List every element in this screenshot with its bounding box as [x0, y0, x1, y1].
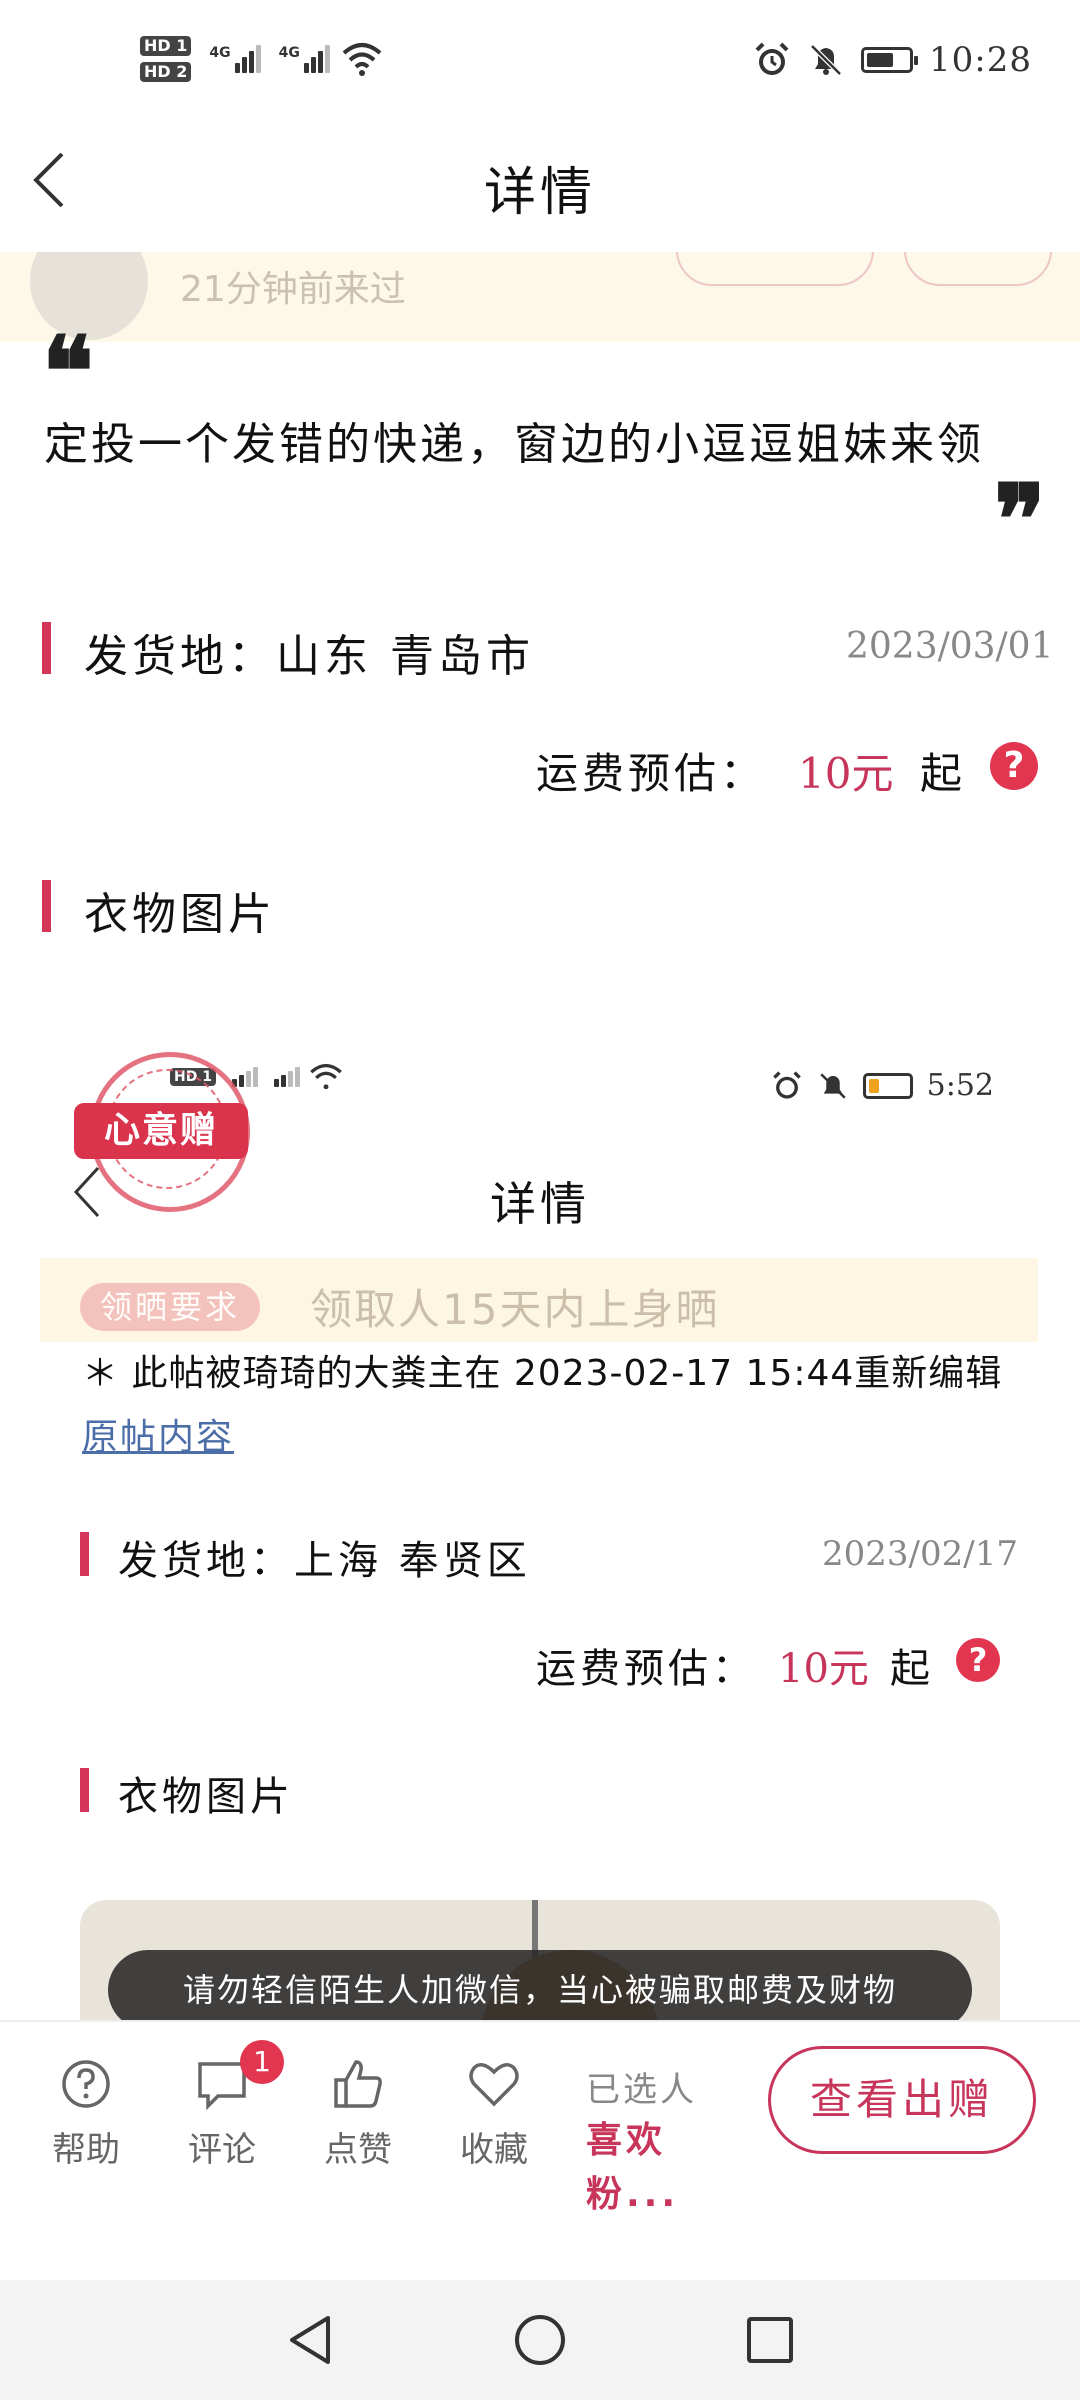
selected-recipient-title: 已选人 — [586, 2070, 697, 2110]
section-marker — [42, 622, 51, 674]
sim2-num: 2 — [176, 62, 188, 81]
last-visit-text: 21分钟前来过 — [180, 269, 406, 310]
embedded-battery-icon — [862, 1072, 913, 1099]
nav-recents-icon[interactable] — [742, 2310, 798, 2370]
requirement-text: 领取人15天内上身晒 — [310, 1285, 720, 1334]
safety-toast: 请勿轻信陌生人加微信，当心被骗取邮费及财物 — [108, 1950, 972, 2030]
post-date: 2023/03/01 — [846, 626, 1054, 667]
shipping-origin: 发货地：山东 青岛市 — [84, 631, 534, 682]
signal-icon-1: 4G — [209, 45, 261, 73]
original-post-link[interactable]: 原帖内容 — [82, 1408, 234, 1460]
signal-icon-2: 4G — [279, 45, 330, 73]
embedded-help-icon: ? — [956, 1638, 1000, 1682]
mute-bell-icon — [810, 44, 842, 76]
message-button[interactable] — [904, 252, 1052, 286]
selected-recipient-name[interactable]: 喜欢粉... — [586, 2114, 696, 2222]
poster-info-strip: 21分钟前来过 — [0, 252, 1080, 342]
quote-open-icon: ❝ — [42, 315, 94, 428]
embedded-wifi-icon — [310, 1063, 342, 1090]
sim2-text: HD — [144, 62, 171, 81]
embedded-shipping-origin: 发货地：上海 奉贤区 — [118, 1538, 531, 1584]
wifi-icon — [342, 43, 382, 76]
like-button[interactable]: 点赞 — [308, 2056, 408, 2171]
shipping-fee-value: 10元 — [798, 749, 894, 798]
sim2-hd-badge: HD 2 — [140, 62, 192, 82]
network-type-1: 4G — [209, 45, 231, 61]
alarm-icon — [755, 42, 789, 75]
status-bar: HD 1 HD 2 4G 4G 10:28 — [0, 0, 1080, 130]
requirement-tag: 领晒要求 — [80, 1283, 261, 1331]
post-text: 定投一个发错的快递，窗边的小逗逗姐妹来领 — [44, 419, 984, 470]
quote-close-icon: ❞ — [994, 463, 1046, 576]
embedded-alarm-icon — [772, 1070, 801, 1099]
help-icon — [62, 2060, 110, 2108]
heart-icon — [469, 2063, 519, 2107]
section-marker — [80, 1532, 89, 1576]
embedded-fee-suffix: 起 — [890, 1646, 930, 1692]
embedded-clothes-label: 衣物图片 — [118, 1774, 294, 1820]
embedded-status-right: 5:52 — [771, 1068, 994, 1103]
page-title: 详情 — [483, 163, 596, 223]
embedded-title: 详情 — [490, 1177, 590, 1231]
nav-home-icon[interactable] — [512, 2310, 568, 2370]
follow-button[interactable] — [676, 252, 874, 286]
comment-label: 评论 — [188, 2130, 256, 2170]
view-giveaway-button[interactable]: 查看出赠 — [768, 2046, 1036, 2154]
nav-back-icon[interactable] — [282, 2310, 338, 2370]
shipping-fee-label: 运费预估： — [536, 749, 767, 798]
embedded-mute-icon — [819, 1072, 846, 1099]
fee-help-icon[interactable]: ? — [990, 742, 1038, 790]
section-marker — [42, 880, 51, 932]
clothes-images-label: 衣物图片 — [84, 889, 276, 940]
favorite-label: 收藏 — [460, 2130, 528, 2170]
sim1-text: HD — [144, 36, 171, 55]
thumbs-up-icon — [334, 2060, 382, 2108]
section-marker — [80, 1768, 89, 1812]
comment-badge: 1 — [240, 2040, 284, 2084]
network-type-2: 4G — [278, 45, 300, 61]
help-label: 帮助 — [52, 2130, 120, 2170]
like-label: 点赞 — [324, 2130, 392, 2170]
sim-indicators: HD 1 HD 2 — [140, 36, 192, 82]
sim1-hd-badge: HD 1 — [140, 36, 192, 56]
watermark-stamp-text: 心意赠 — [74, 1103, 248, 1159]
status-time: 10:28 — [929, 40, 1032, 80]
help-button[interactable]: 帮助 — [36, 2056, 136, 2171]
edit-note: ＊ 此帖被琦琦的大粪主在 2023-02-17 15:44重新编辑 — [82, 1353, 1003, 1394]
favorite-button[interactable]: 收藏 — [444, 2056, 544, 2171]
sim1-num: 1 — [176, 36, 188, 55]
embedded-fee-label: 运费预估： — [536, 1646, 756, 1692]
shipping-fee-suffix: 起 — [920, 749, 963, 798]
status-left: HD 1 HD 2 4G 4G — [140, 36, 384, 82]
embedded-fee-value: 10元 — [778, 1646, 869, 1692]
embedded-post-date: 2023/02/17 — [822, 1534, 1018, 1574]
system-nav-bar — [0, 2280, 1080, 2400]
embedded-status-time: 5:52 — [926, 1068, 994, 1103]
battery-icon — [861, 47, 919, 73]
status-right: 10:28 — [753, 40, 1032, 80]
